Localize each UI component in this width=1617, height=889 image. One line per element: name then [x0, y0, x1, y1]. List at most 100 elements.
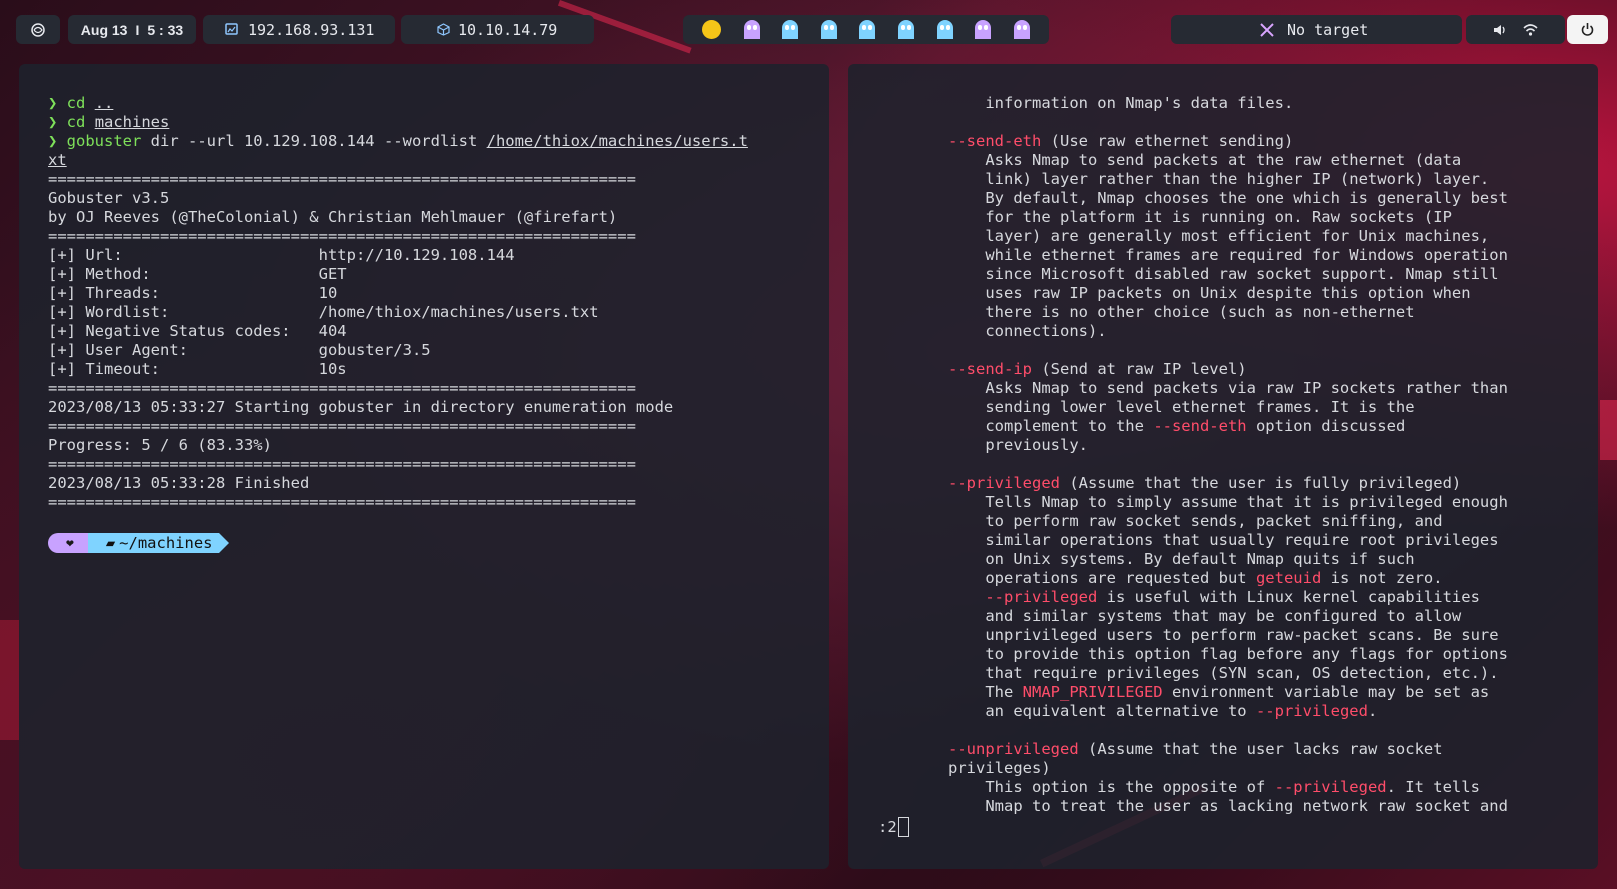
- man-line: operations are requested but geteuid is …: [948, 569, 1443, 587]
- man-text: environment variable may be set as: [1162, 683, 1490, 701]
- man-line: The NMAP_PRIVILEGED environment variable…: [948, 683, 1489, 701]
- path-argument: /home/thiox/machines/users.t: [486, 132, 748, 150]
- man-line: that require privileges (SYN scan, OS de…: [948, 664, 1498, 682]
- terminal-left[interactable]: ❯ cd .. ❯ cd machines ❯ gobuster dir --u…: [19, 64, 829, 869]
- workspace-1-pacman-icon[interactable]: [702, 20, 722, 39]
- wallpaper-streak: [0, 620, 19, 740]
- wifi-icon[interactable]: [1523, 23, 1538, 37]
- target-widget[interactable]: No target: [1171, 15, 1462, 44]
- option-keyword: --privileged: [1255, 702, 1368, 720]
- man-text: . It tells: [1386, 778, 1480, 796]
- man-text: (Assume that the user lacks raw socket: [1078, 740, 1443, 758]
- pager-prompt-label: :2: [878, 818, 897, 836]
- crossed-swords-icon: [1259, 22, 1275, 38]
- man-line: an equivalent alternative to --privilege…: [948, 702, 1377, 720]
- command-args: [85, 94, 94, 112]
- monitor-icon: [225, 23, 238, 36]
- workspace-switcher[interactable]: [683, 15, 1049, 44]
- option-keyword: --privileged: [985, 588, 1098, 606]
- terminal-right[interactable]: information on Nmap's data files. --send…: [848, 64, 1598, 869]
- man-line: Tells Nmap to simply assume that it is p…: [948, 493, 1508, 511]
- date-time-widget[interactable]: Aug 13 I 5 : 33: [68, 15, 196, 44]
- path-argument: ..: [94, 94, 114, 112]
- man-text: Nmap to treat the user as lacking networ…: [948, 797, 1508, 815]
- man-text: there is no other choice (such as non-et…: [948, 303, 1415, 321]
- workspace-8-ghost-icon[interactable]: [975, 20, 992, 39]
- option-keyword: --privileged: [948, 474, 1060, 492]
- man-page-content: information on Nmap's data files. --send…: [948, 94, 1508, 816]
- power-button[interactable]: [1567, 15, 1608, 44]
- power-icon: [1580, 22, 1595, 37]
- man-text: since Microsoft disabled raw socket supp…: [948, 265, 1499, 283]
- man-text: previously.: [948, 436, 1088, 454]
- man-text: (Send at raw IP level): [1032, 360, 1247, 378]
- prompt-heart-segment: ❤: [48, 533, 98, 553]
- target-ip-widget[interactable]: 10.10.14.79: [401, 15, 594, 44]
- workspace-7-ghost-icon[interactable]: [936, 20, 953, 39]
- workspace-2-ghost-icon[interactable]: [743, 20, 760, 39]
- man-text: (Use raw ethernet sending): [1041, 132, 1294, 150]
- archlinux-swirl-icon: [30, 22, 46, 38]
- man-line: By default, Nmap chooses the one which i…: [948, 189, 1508, 207]
- vpn-ip-widget[interactable]: 192.168.93.131: [203, 15, 395, 44]
- man-line: similar operations that usually require …: [948, 531, 1499, 549]
- man-line: uses raw IP packets on Unix despite this…: [948, 284, 1471, 302]
- shell-prompt: ❤ ▰ ~/machines: [48, 533, 229, 553]
- target-ip-label: 10.10.14.79: [458, 20, 558, 39]
- man-text: Tells Nmap to simply assume that it is p…: [948, 493, 1508, 511]
- man-text: Asks Nmap to send packets at the raw eth…: [948, 151, 1462, 169]
- man-line: complement to the --send-eth option disc…: [948, 417, 1405, 435]
- command-name: cd: [66, 94, 86, 112]
- system-tray[interactable]: [1466, 15, 1565, 44]
- man-text: [948, 588, 985, 606]
- pager-prompt[interactable]: :2: [878, 817, 909, 837]
- terminal-left-content: ❯ cd .. ❯ cd machines ❯ gobuster dir --u…: [48, 94, 748, 512]
- man-text: on Unix systems. By default Nmap quits i…: [948, 550, 1415, 568]
- man-line: --send-eth (Use raw ethernet sending): [948, 132, 1293, 150]
- man-text: an equivalent alternative to: [948, 702, 1256, 720]
- path-argument: machines: [94, 113, 170, 131]
- man-text: while ethernet frames are required for W…: [948, 246, 1508, 264]
- workspace-9-ghost-icon[interactable]: [1013, 20, 1030, 39]
- gobuster-output: ========================================…: [48, 170, 674, 511]
- folder-open-icon: ▰: [105, 534, 116, 552]
- volume-icon[interactable]: [1493, 23, 1507, 37]
- man-text: for the platform it is running on. Raw s…: [948, 208, 1452, 226]
- option-keyword: --unprivileged: [948, 740, 1079, 758]
- man-line: Asks Nmap to send packets via raw IP soc…: [948, 379, 1508, 397]
- man-text: This option is the opposite of: [948, 778, 1275, 796]
- man-line: connections).: [948, 322, 1106, 340]
- workspace-3-ghost-icon[interactable]: [782, 20, 799, 39]
- man-line: sending lower level ethernet frames. It …: [948, 398, 1414, 416]
- option-keyword: geteuid: [1255, 569, 1322, 587]
- man-text: uses raw IP packets on Unix despite this…: [948, 284, 1471, 302]
- man-text: privileges): [948, 759, 1051, 777]
- man-line: information on Nmap's data files.: [948, 94, 1293, 112]
- option-keyword: --send-ip: [948, 360, 1032, 378]
- separator: I: [135, 21, 140, 38]
- option-keyword: --send-eth: [1153, 417, 1247, 435]
- option-keyword: --send-eth: [948, 132, 1042, 150]
- man-text: to perform raw socket sends, packet snif…: [948, 512, 1443, 530]
- workspace-5-ghost-icon[interactable]: [859, 20, 876, 39]
- man-text: similar operations that usually require …: [948, 531, 1499, 549]
- man-text: Asks Nmap to send packets via raw IP soc…: [948, 379, 1508, 397]
- prompt-dir-segment: ▰ ~/machines: [87, 533, 229, 553]
- man-text: link) layer rather than the higher IP (n…: [948, 170, 1490, 188]
- man-text: (Assume that the user is fully privilege…: [1059, 474, 1462, 492]
- prompt-arrow-icon: ❯: [48, 132, 67, 150]
- man-line: since Microsoft disabled raw socket supp…: [948, 265, 1499, 283]
- prompt-arrow-icon: ❯: [48, 113, 67, 131]
- man-line: --unprivileged (Assume that the user lac…: [948, 740, 1443, 758]
- man-line: link) layer rather than the higher IP (n…: [948, 170, 1489, 188]
- system-logo-button[interactable]: [16, 15, 60, 44]
- man-text: is not zero.: [1321, 569, 1443, 587]
- man-line: while ethernet frames are required for W…: [948, 246, 1508, 264]
- man-line: previously.: [948, 436, 1088, 454]
- prompt-dir-label: ~/machines: [119, 534, 213, 552]
- workspace-4-ghost-icon[interactable]: [820, 20, 837, 39]
- workspace-6-ghost-icon[interactable]: [898, 20, 914, 39]
- man-line: privileges): [948, 759, 1051, 777]
- man-text: complement to the: [948, 417, 1154, 435]
- wallpaper-streak: [1600, 400, 1617, 460]
